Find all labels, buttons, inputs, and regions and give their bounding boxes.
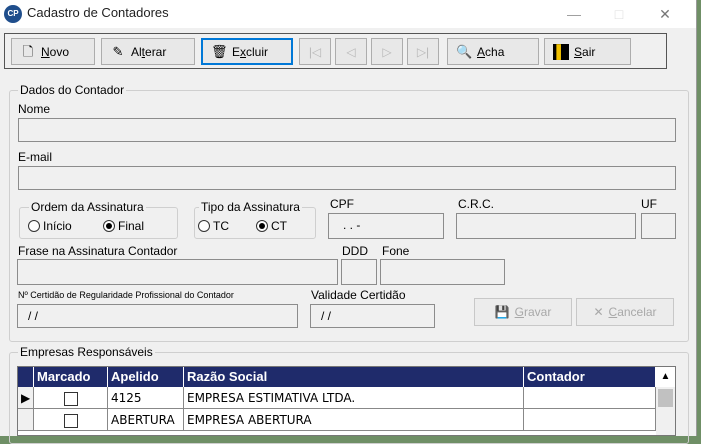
app-window: CP Cadastro de Contadores — □ ✕ 🗋 Novo ✎… [0, 0, 697, 444]
crc-label: C.R.C. [458, 197, 494, 211]
frase-field[interactable] [17, 259, 338, 285]
sair-button[interactable]: ▌ Sair [544, 38, 631, 65]
cancelar-button[interactable]: ✕ Cancelar [576, 298, 674, 326]
radio-circle [198, 220, 210, 232]
radio-circle-selected [256, 220, 268, 232]
tipo-label: Tipo da Assinatura [199, 200, 302, 214]
col-marcado[interactable]: Marcado [34, 367, 108, 387]
prev-record-button[interactable]: ◁ [335, 38, 367, 65]
last-icon: ▷| [416, 44, 430, 59]
cpf-field[interactable]: . . - [328, 213, 444, 239]
next-record-button[interactable]: ▷ [371, 38, 403, 65]
prev-icon: ◁ [346, 44, 356, 59]
col-razao-social[interactable]: Razão Social [184, 367, 524, 387]
cancel-x-icon: ✕ [593, 305, 604, 319]
next-icon: ▷ [382, 44, 392, 59]
window-title: Cadastro de Contadores [27, 5, 169, 20]
checkbox[interactable] [63, 392, 78, 406]
row-razao: EMPRESA ESTIMATIVA LTDA. [184, 387, 524, 409]
acha-label: Acha [477, 44, 505, 59]
table-row[interactable]: ABERTURA EMPRESA ABERTURA [18, 409, 656, 431]
gravar-label: Gravar [514, 305, 552, 319]
save-icon: 💾 [494, 305, 510, 319]
cpf-label: CPF [330, 197, 354, 211]
row-contador [524, 409, 656, 431]
row-razao: EMPRESA ABERTURA [184, 409, 524, 431]
dados-contador-label: Dados do Contador [18, 83, 127, 97]
grid-header: Marcado Apelido Razão Social Contador [18, 367, 675, 387]
ordem-inicio-label: Início [43, 219, 72, 233]
scroll-thumb[interactable] [658, 389, 673, 407]
acha-button[interactable]: 🔍 Acha [447, 38, 539, 65]
alterar-button[interactable]: ✎ Alterar [101, 38, 195, 65]
sair-label: Sair [574, 44, 596, 59]
grid-header-indicator [18, 367, 34, 387]
row-indicator-icon: ▶ [18, 387, 34, 409]
email-label: E-mail [18, 150, 53, 164]
gravar-button[interactable]: 💾 Gravar [474, 298, 572, 326]
validade-label: Validade Certidão [311, 288, 406, 302]
radio-circle-selected [103, 220, 115, 232]
magnifier-icon: 🔍 [456, 43, 473, 59]
ordem-final-radio[interactable]: Final [103, 219, 144, 233]
toolbar: 🗋 Novo ✎ Alterar 🗑 Excluir |◁ ◁ ▷ ▷| 🔍 A… [4, 33, 667, 69]
checkbox[interactable] [63, 414, 78, 428]
tipo-tc-label: TC [213, 219, 229, 233]
row-checkbox-cell[interactable] [34, 387, 108, 409]
edit-icon: ✎ [112, 43, 124, 59]
tipo-ct-radio[interactable]: CT [256, 219, 287, 233]
first-record-button[interactable]: |◁ [299, 38, 331, 65]
uf-label: UF [641, 197, 657, 211]
tipo-ct-label: CT [271, 219, 287, 233]
email-field[interactable] [18, 166, 676, 190]
col-apelido[interactable]: Apelido [108, 367, 184, 387]
row-apelido: 4125 [108, 387, 184, 409]
fone-label: Fone [382, 244, 410, 258]
col-contador[interactable]: Contador [524, 367, 656, 387]
row-apelido: ABERTURA [108, 409, 184, 431]
first-icon: |◁ [308, 44, 322, 59]
row-contador [524, 387, 656, 409]
title-bar: CP Cadastro de Contadores — □ ✕ [0, 0, 696, 28]
app-icon: CP [4, 5, 22, 23]
tipo-tc-radio[interactable]: TC [198, 219, 229, 233]
nome-field[interactable] [18, 118, 676, 142]
ordem-inicio-radio[interactable]: Início [28, 219, 72, 233]
ordem-final-label: Final [118, 219, 145, 233]
novo-button[interactable]: 🗋 Novo [11, 38, 95, 65]
crc-field[interactable] [456, 213, 636, 239]
table-row[interactable]: ▶ 4125 EMPRESA ESTIMATIVA LTDA. [18, 387, 656, 409]
maximize-button[interactable]: □ [597, 2, 641, 26]
validade-field[interactable]: / / [310, 304, 435, 328]
ordem-label: Ordem da Assinatura [29, 200, 146, 214]
exit-door-icon: ▌ [553, 43, 569, 60]
grid-scrollbar[interactable]: ▲ [656, 367, 675, 435]
certidao-field[interactable]: / / [17, 304, 298, 328]
close-button[interactable]: ✕ [643, 2, 687, 26]
trash-icon: 🗑 [211, 43, 228, 59]
excluir-button[interactable]: 🗑 Excluir [201, 38, 293, 65]
alterar-label: Alterar [131, 44, 167, 59]
row-checkbox-cell[interactable] [34, 409, 108, 431]
empresas-grid: Marcado Apelido Razão Social Contador ▶ … [17, 366, 676, 436]
certidao-label: Nº Certidão de Regularidade Profissional… [18, 290, 234, 300]
new-document-icon: 🗋 [22, 43, 34, 59]
excluir-label: Excluir [232, 44, 269, 59]
empresas-label: Empresas Responsáveis [18, 345, 155, 359]
uf-field[interactable] [641, 213, 676, 239]
scroll-up-icon[interactable]: ▲ [656, 367, 675, 387]
ddd-field[interactable] [341, 259, 377, 285]
frase-label: Frase na Assinatura Contador [18, 244, 178, 258]
fone-field[interactable] [380, 259, 505, 285]
cancelar-label: Cancelar [608, 305, 657, 319]
row-indicator [18, 409, 34, 431]
nome-label: Nome [18, 102, 51, 116]
novo-label: Novo [41, 44, 70, 59]
last-record-button[interactable]: ▷| [407, 38, 439, 65]
minimize-button[interactable]: — [552, 2, 596, 26]
ddd-label: DDD [342, 244, 368, 258]
radio-circle [28, 220, 40, 232]
